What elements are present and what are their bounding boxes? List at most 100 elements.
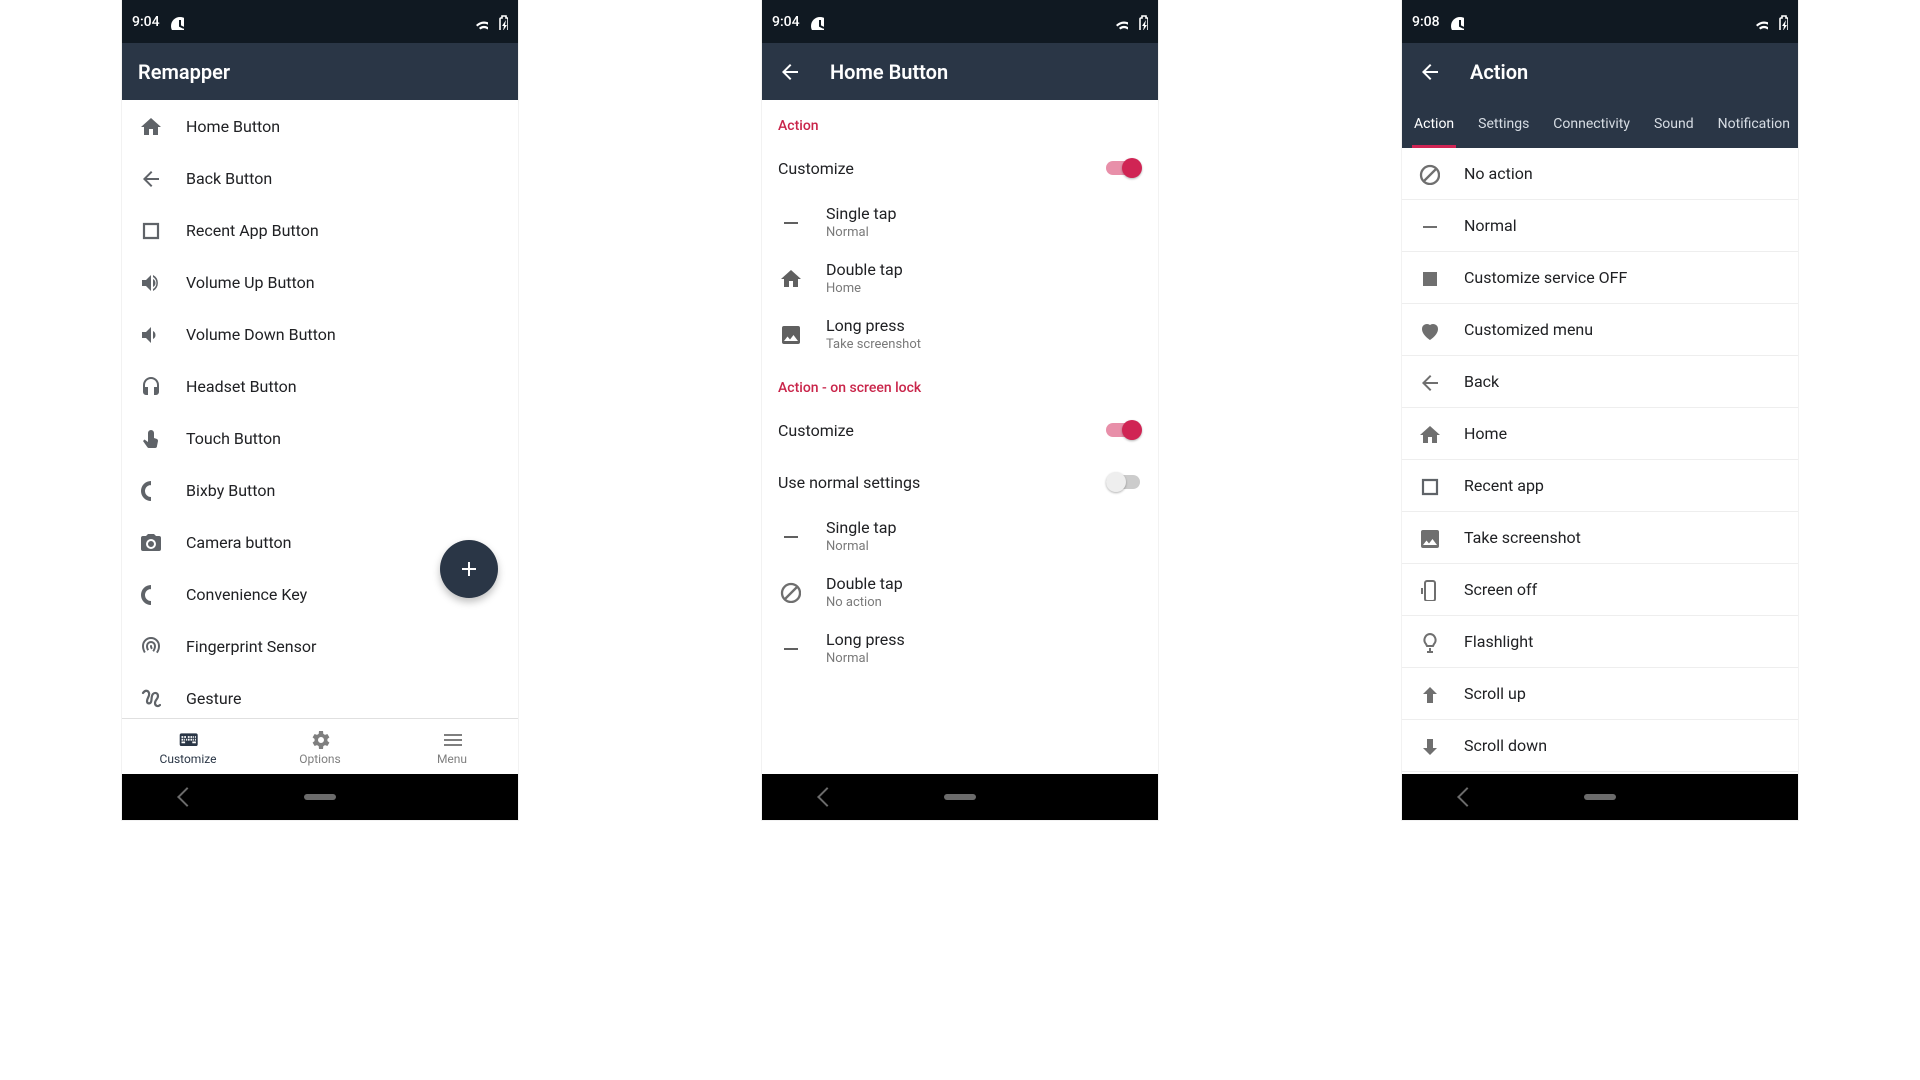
settings-content[interactable]: Action Customize Single tapNormal Double… — [762, 100, 1158, 774]
tab-settings[interactable]: Settings — [1466, 100, 1541, 148]
list-item-gesture[interactable]: Gesture — [122, 672, 518, 718]
arrow-back-icon — [1418, 371, 1440, 393]
list-item-label: Gesture — [186, 689, 502, 708]
row-lock-single-tap[interactable]: Single tapNormal — [762, 508, 1158, 564]
tab-action[interactable]: Action — [1402, 100, 1466, 148]
row-title: Long press — [826, 630, 1142, 649]
row-long-press[interactable]: Long pressTake screenshot — [762, 306, 1158, 362]
nav-customize[interactable]: Customize — [122, 719, 254, 774]
row-double-tap[interactable]: Double tapHome — [762, 250, 1158, 306]
list-item-volume-down[interactable]: Volume Down Button — [122, 308, 518, 360]
screen-home-button-settings: 9:04 Home Button Action Customize Single… — [762, 0, 1158, 820]
action-service-off[interactable]: Customize service OFF — [1402, 252, 1798, 304]
action-home[interactable]: Home — [1402, 408, 1798, 460]
screen-action-picker: 9:08 Action Action Settings Connectivity… — [1402, 0, 1798, 820]
action-back[interactable]: Back — [1402, 356, 1798, 408]
action-label: Normal — [1464, 216, 1782, 235]
row-customize-lock-toggle[interactable]: Customize — [762, 404, 1158, 456]
flashlight-icon — [1418, 631, 1440, 653]
use-normal-switch[interactable] — [1106, 472, 1142, 492]
action-recent[interactable]: Recent app — [1402, 460, 1798, 512]
system-nav — [1402, 774, 1798, 820]
list-item-fingerprint[interactable]: Fingerprint Sensor — [122, 620, 518, 672]
action-no-action[interactable]: No action — [1402, 148, 1798, 200]
action-label: Back — [1464, 372, 1782, 391]
row-use-normal-toggle[interactable]: Use normal settings — [762, 456, 1158, 508]
action-flashlight[interactable]: Flashlight — [1402, 616, 1798, 668]
action-list[interactable]: No action Normal Customize service OFF C… — [1402, 148, 1798, 774]
action-label: Scroll down — [1464, 736, 1782, 755]
screen-remapper-list: 9:04 Remapper Home Button Back Button Re… — [122, 0, 518, 820]
row-label: Use normal settings — [778, 473, 1082, 492]
row-label: Customize — [778, 159, 1082, 178]
bottom-nav: Customize Options Menu — [122, 718, 518, 774]
list-item-recent[interactable]: Recent App Button — [122, 204, 518, 256]
action-scroll-down[interactable]: Scroll down — [1402, 720, 1798, 772]
tab-sound[interactable]: Sound — [1642, 100, 1706, 148]
action-label: Customize service OFF — [1464, 268, 1782, 287]
dash-icon — [778, 636, 802, 660]
row-subtitle: Home — [826, 281, 1142, 296]
square-icon — [1418, 475, 1440, 497]
list-item-headset[interactable]: Headset Button — [122, 360, 518, 412]
action-custom-menu[interactable]: Customized menu — [1402, 304, 1798, 356]
sys-home-pill[interactable] — [1584, 794, 1616, 800]
action-screen-off[interactable]: Screen off — [1402, 564, 1798, 616]
tab-label: Sound — [1654, 116, 1694, 132]
row-subtitle: Normal — [826, 225, 1142, 240]
home-icon — [1418, 423, 1440, 445]
status-time: 9:04 — [132, 14, 160, 30]
list-item-label: Volume Down Button — [186, 325, 502, 344]
heart-icon — [1418, 319, 1440, 341]
list-item-volume-up[interactable]: Volume Up Button — [122, 256, 518, 308]
action-normal[interactable]: Normal — [1402, 200, 1798, 252]
action-screenshot[interactable]: Take screenshot — [1402, 512, 1798, 564]
nav-options[interactable]: Options — [254, 719, 386, 774]
back-arrow-icon[interactable] — [778, 60, 802, 84]
status-time: 9:08 — [1412, 14, 1440, 30]
touch-icon — [138, 426, 162, 450]
list-item-home[interactable]: Home Button — [122, 100, 518, 152]
system-nav — [122, 774, 518, 820]
stop-icon — [1418, 267, 1440, 289]
image-icon — [778, 322, 802, 346]
row-title: Single tap — [826, 518, 1142, 537]
status-time: 9:04 — [772, 14, 800, 30]
tab-connectivity[interactable]: Connectivity — [1541, 100, 1642, 148]
wifi-icon — [472, 14, 488, 30]
row-single-tap[interactable]: Single tapNormal — [762, 194, 1158, 250]
list-item-bixby[interactable]: Bixby Button — [122, 464, 518, 516]
list-item-back[interactable]: Back Button — [122, 152, 518, 204]
customize-switch[interactable] — [1106, 158, 1142, 178]
sys-back-button[interactable] — [177, 787, 197, 807]
fab-add-button[interactable] — [440, 540, 498, 598]
row-lock-double-tap[interactable]: Double tapNo action — [762, 564, 1158, 620]
appbar: Home Button — [762, 43, 1158, 100]
appbar-title: Remapper — [138, 60, 230, 84]
statusbar: 9:04 — [122, 0, 518, 43]
list-item-label: Headset Button — [186, 377, 502, 396]
sys-home-pill[interactable] — [944, 794, 976, 800]
arrow-down-icon — [1418, 735, 1440, 757]
arrow-up-icon — [1418, 683, 1440, 705]
row-customize-toggle[interactable]: Customize — [762, 142, 1158, 194]
row-label: Customize — [778, 421, 1082, 440]
tab-label: Action — [1414, 116, 1454, 132]
tab-notification[interactable]: Notification — [1706, 100, 1798, 148]
sys-back-button[interactable] — [1457, 787, 1477, 807]
statusbar: 9:08 — [1402, 0, 1798, 43]
dash-icon — [778, 210, 802, 234]
tab-label: Settings — [1478, 116, 1529, 132]
customize-lock-switch[interactable] — [1106, 420, 1142, 440]
back-arrow-icon[interactable] — [1418, 60, 1442, 84]
sys-back-button[interactable] — [817, 787, 837, 807]
nav-menu[interactable]: Menu — [386, 719, 518, 774]
button-list[interactable]: Home Button Back Button Recent App Butto… — [122, 100, 518, 718]
list-item-touch[interactable]: Touch Button — [122, 412, 518, 464]
sys-home-pill[interactable] — [304, 794, 336, 800]
row-lock-long-press[interactable]: Long pressNormal — [762, 620, 1158, 676]
wifi-icon — [1752, 14, 1768, 30]
plus-icon — [457, 557, 481, 581]
screenoff-icon — [1418, 579, 1440, 601]
action-scroll-up[interactable]: Scroll up — [1402, 668, 1798, 720]
